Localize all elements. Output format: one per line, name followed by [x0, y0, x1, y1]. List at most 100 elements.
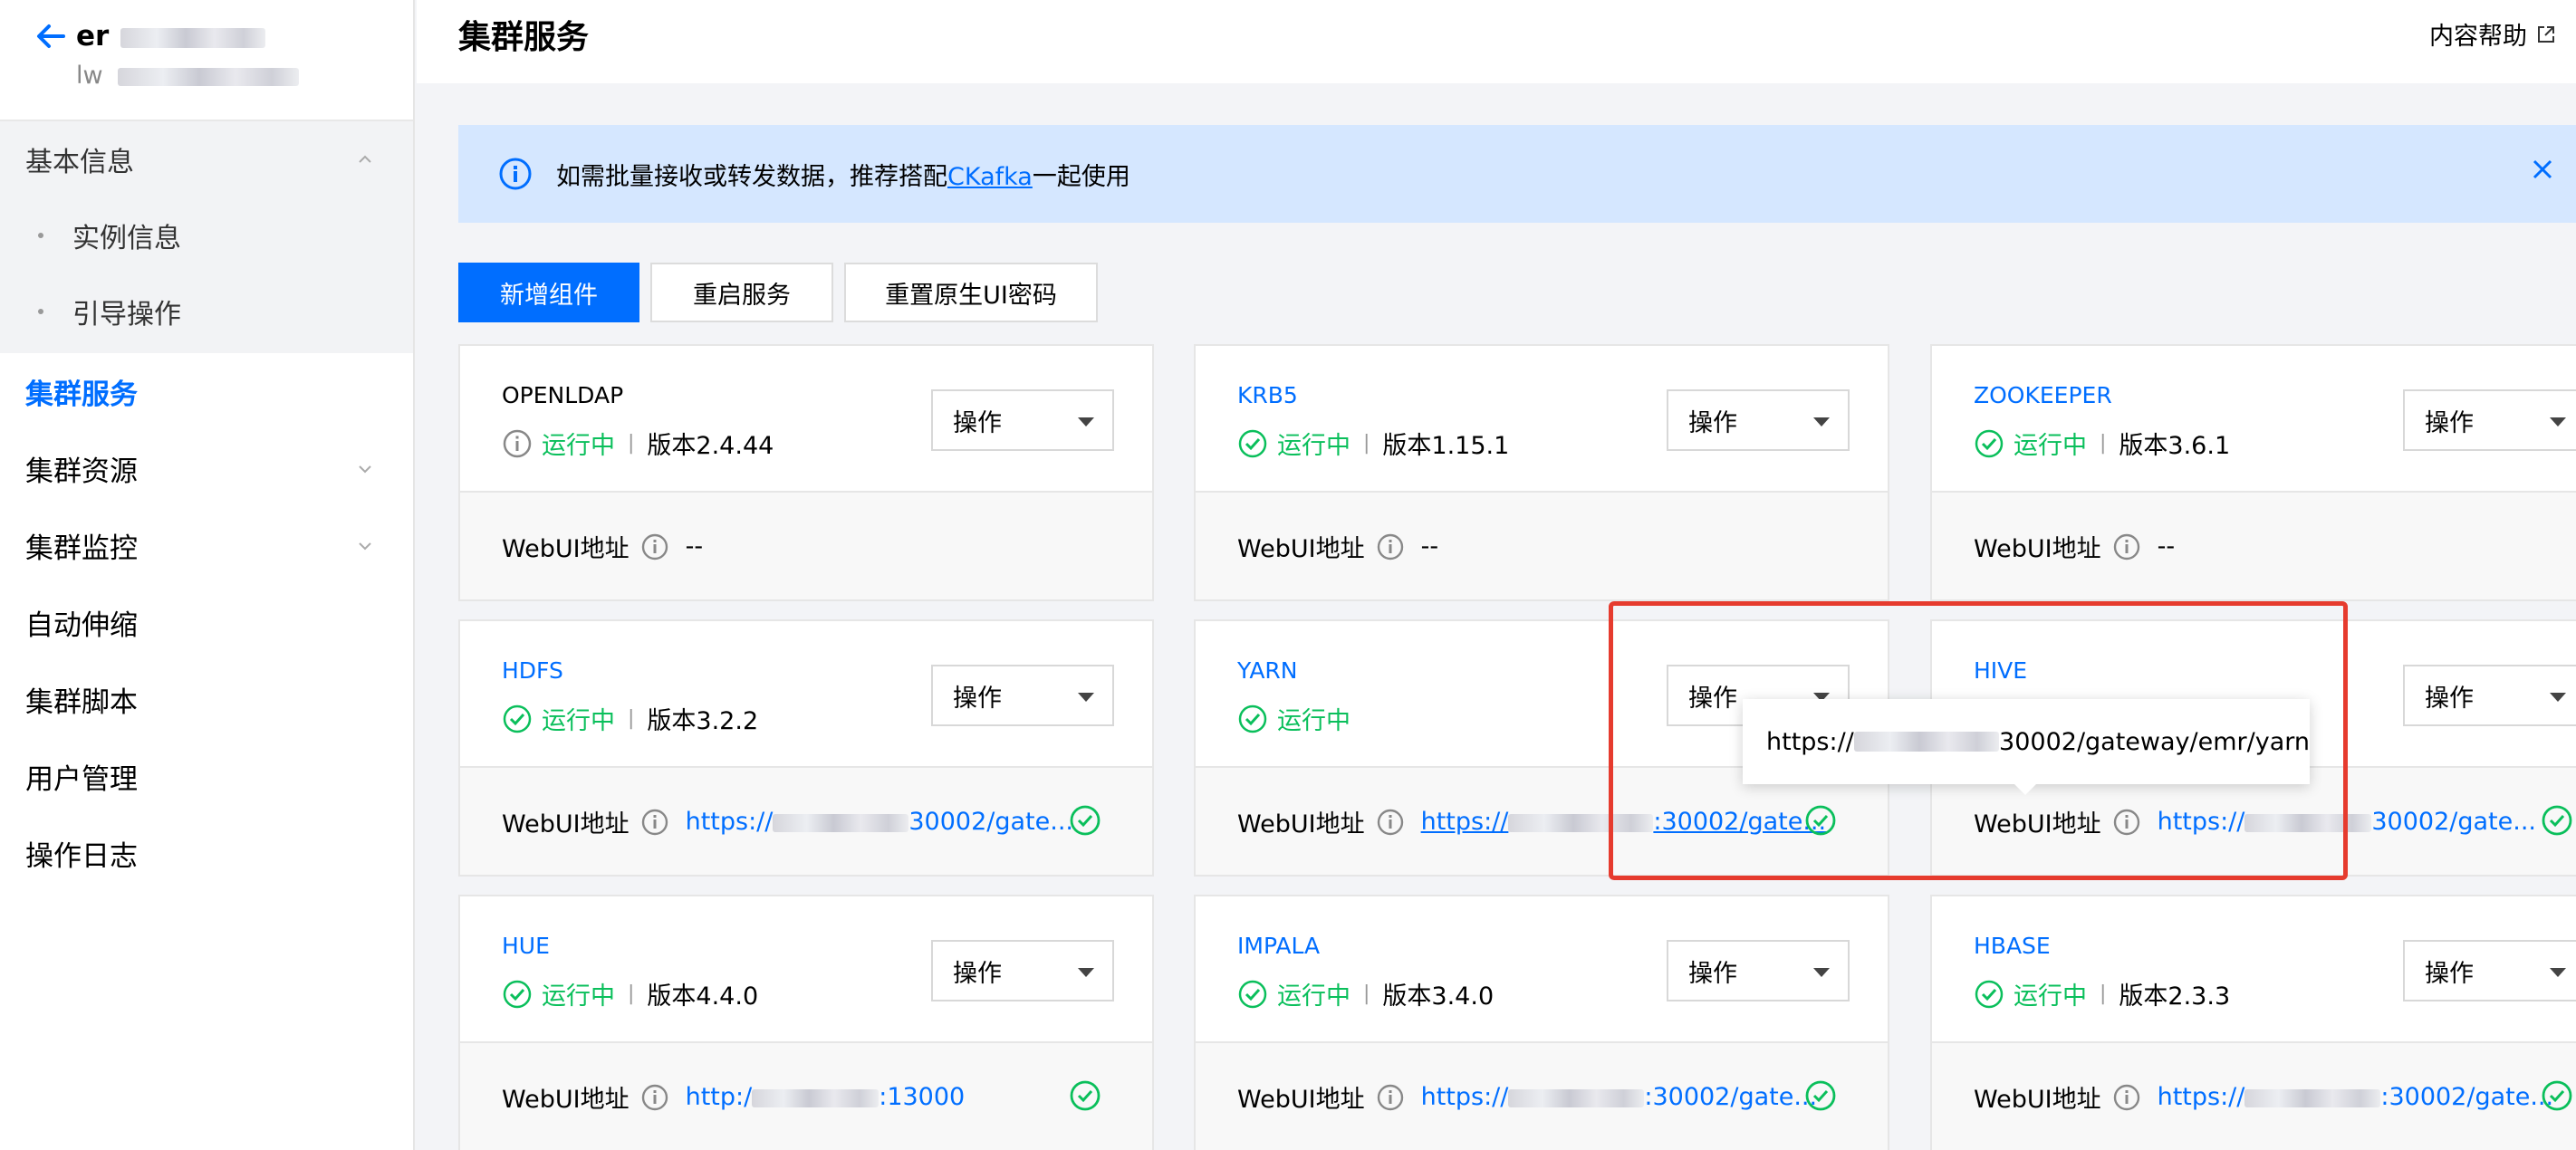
- separator: |: [1363, 982, 1370, 1005]
- card-header: HUE 运行中 | 版本4.4.0 操作: [460, 896, 1152, 1043]
- service-card-impala: IMPALA 运行中 | 版本3.4.0 操作 WebUI地址 https://:30002…: [1194, 895, 1889, 1150]
- info-circle-icon[interactable]: [1376, 1083, 1405, 1112]
- back-arrow-icon[interactable]: [33, 18, 69, 54]
- redacted-text: [773, 813, 909, 832]
- sidebar-item-instance-info[interactable]: 实例信息: [0, 197, 413, 273]
- sidebar-item-autoscale[interactable]: 自动伸缩: [0, 584, 413, 661]
- info-circle-icon[interactable]: [640, 1083, 669, 1112]
- version-text: 版本3.2.2: [647, 707, 759, 735]
- card-header: OPENLDAP 运行中 | 版本2.4.44 操作: [460, 346, 1152, 493]
- version-text: 版本2.4.44: [647, 432, 774, 460]
- service-name[interactable]: KRB5: [1237, 382, 1298, 408]
- sidebar-item-cluster-resource[interactable]: 集群资源: [0, 430, 413, 507]
- separator: |: [628, 982, 635, 1005]
- card-webui: WebUI地址 https://:30002/gate...: [1932, 1043, 2576, 1150]
- sidebar-item-cluster-service[interactable]: 集群服务: [0, 353, 413, 430]
- redacted-text: [752, 1088, 879, 1107]
- help-link[interactable]: 内容帮助: [2429, 16, 2556, 52]
- webui-label: WebUI地址: [502, 1086, 630, 1114]
- service-status: 运行中 | 版本3.6.1: [1974, 426, 2230, 461]
- status-text: 运行中: [542, 432, 615, 460]
- operation-dropdown[interactable]: 操作: [2403, 940, 2576, 1001]
- info-banner: 如需批量接收或转发数据，推荐搭配CKafka一起使用: [458, 125, 2576, 223]
- status-text: 运行中: [542, 982, 615, 1011]
- check-circle-icon: [2542, 1080, 2572, 1111]
- sidebar-item-cluster-monitor[interactable]: 集群监控: [0, 507, 413, 584]
- reset-ui-password-button[interactable]: 重置原生UI密码: [844, 263, 1098, 322]
- service-name[interactable]: HDFS: [502, 657, 563, 684]
- card-webui: WebUI地址 https://30002/gate...: [460, 768, 1152, 875]
- check-circle-icon: [1070, 1080, 1101, 1111]
- separator: |: [2100, 432, 2107, 455]
- add-component-button[interactable]: 新增组件: [458, 263, 639, 322]
- sidebar-item-bootstrap[interactable]: 引导操作: [0, 273, 413, 350]
- redacted-text: [1508, 1088, 1645, 1107]
- operation-dropdown[interactable]: 操作: [931, 940, 1114, 1001]
- webui-label: WebUI地址: [1237, 1086, 1365, 1114]
- info-circle-icon[interactable]: [2112, 532, 2141, 561]
- status-text: 运行中: [1277, 707, 1350, 735]
- check-circle-icon: [1975, 980, 2004, 1008]
- caret-down-icon: [2550, 417, 2566, 426]
- operation-dropdown[interactable]: 操作: [1667, 389, 1850, 451]
- redacted-text: [118, 67, 300, 86]
- info-circle-icon[interactable]: [1376, 532, 1405, 561]
- sidebar: er lw 基本信息 实例信息 引导操作 集群服务 集群资源 集群监控 自动伸缩…: [0, 0, 415, 1150]
- info-circle-icon[interactable]: [640, 532, 669, 561]
- card-header: KRB5 运行中 | 版本1.15.1 操作: [1196, 346, 1888, 493]
- main-content: 集群服务 内容帮助 如需批量接收或转发数据，推荐搭配CKafka一起使用 新增组…: [417, 0, 2576, 1150]
- version-text: 版本3.6.1: [2119, 432, 2231, 460]
- webui-link[interactable]: https://:30002/gate...: [2158, 1083, 2554, 1111]
- caret-down-icon: [2550, 693, 2566, 702]
- status-text: 运行中: [2014, 982, 2087, 1011]
- info-circle-icon[interactable]: [2112, 1083, 2141, 1112]
- service-status: 运行中: [1237, 701, 1350, 736]
- check-circle-icon: [503, 704, 532, 733]
- info-circle-icon[interactable]: [640, 808, 669, 837]
- service-name[interactable]: HUE: [502, 933, 550, 959]
- bullet-icon: [38, 233, 43, 238]
- restart-service-button[interactable]: 重启服务: [650, 263, 833, 322]
- info-circle-icon[interactable]: [1376, 808, 1405, 837]
- version-text: 版本2.3.3: [2119, 982, 2231, 1011]
- instance-id: lw: [76, 62, 300, 90]
- caret-down-icon: [1078, 968, 1094, 977]
- service-name: OPENLDAP: [502, 382, 624, 408]
- sidebar-group-title[interactable]: 基本信息: [0, 121, 413, 197]
- redacted-text: [2244, 1088, 2381, 1107]
- service-status: 运行中 | 版本2.4.44: [502, 426, 774, 461]
- close-icon[interactable]: [2529, 156, 2556, 183]
- webui-label: WebUI地址: [502, 810, 630, 839]
- service-status: 运行中 | 版本2.3.3: [1974, 976, 2230, 1011]
- webui-link[interactable]: https://30002/gate...: [686, 808, 1073, 836]
- info-circle-icon: [503, 429, 532, 457]
- redacted-text: [120, 27, 266, 48]
- card-header: HBASE 运行中 | 版本2.3.3 操作: [1932, 896, 2576, 1043]
- status-text: 运行中: [1277, 432, 1350, 460]
- operation-dropdown[interactable]: 操作: [2403, 389, 2576, 451]
- check-circle-icon: [1070, 805, 1101, 836]
- sidebar-item-operation-log[interactable]: 操作日志: [0, 815, 413, 892]
- card-webui: WebUI地址 --: [1932, 493, 2576, 599]
- sidebar-item-cluster-script[interactable]: 集群脚本: [0, 661, 413, 738]
- webui-link[interactable]: http:/:13000: [686, 1083, 966, 1111]
- service-name[interactable]: HBASE: [1974, 933, 2051, 959]
- service-status: 运行中 | 版本3.4.0: [1237, 976, 1494, 1011]
- webui-link[interactable]: https://:30002/gate...: [1421, 1083, 1818, 1111]
- check-circle-icon: [2542, 805, 2572, 836]
- card-webui: WebUI地址 http:/:13000: [460, 1043, 1152, 1150]
- service-name[interactable]: ZOOKEEPER: [1974, 382, 2112, 408]
- operation-dropdown[interactable]: 操作: [1667, 940, 1850, 1001]
- service-name[interactable]: YARN: [1237, 657, 1298, 684]
- service-status: 运行中 | 版本1.15.1: [1237, 426, 1509, 461]
- operation-dropdown[interactable]: 操作: [2403, 665, 2576, 726]
- separator: |: [628, 432, 635, 455]
- webui-label: WebUI地址: [1974, 535, 2101, 563]
- instance-name: er: [76, 20, 266, 53]
- service-name[interactable]: IMPALA: [1237, 933, 1320, 959]
- ckafka-link[interactable]: CKafka: [947, 163, 1033, 191]
- operation-dropdown[interactable]: 操作: [931, 665, 1114, 726]
- check-circle-icon: [1238, 980, 1267, 1008]
- operation-dropdown[interactable]: 操作: [931, 389, 1114, 451]
- sidebar-item-user-management[interactable]: 用户管理: [0, 738, 413, 815]
